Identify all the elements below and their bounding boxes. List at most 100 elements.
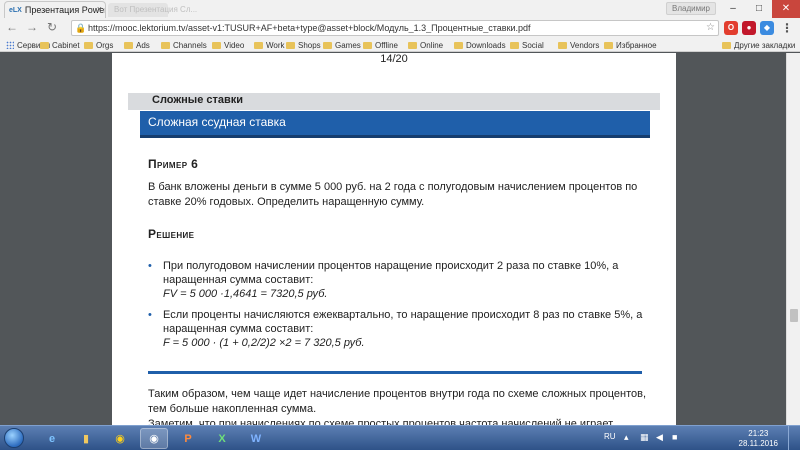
chrome-menu-icon[interactable]: ⋮ [780, 21, 794, 35]
tray-app-icon[interactable]: ■ [672, 432, 677, 442]
example-heading: Пример 6 [148, 157, 199, 171]
windows-taskbar: e ▮ ◉ ◉ P X W RU ▴ ▦ ◀ ■ 21:23 28.11.201… [0, 425, 800, 450]
folder-icon [510, 41, 519, 49]
bookmark-label: Games [335, 40, 361, 50]
browser-tab-inactive[interactable]: Вот Презентация Сл... [108, 3, 197, 17]
extension-badge-icon[interactable]: ● [742, 21, 756, 35]
bookmark-label: Video [224, 40, 245, 50]
bookmark-label: Cabinet [52, 40, 80, 50]
opera-extension-icon[interactable]: O [724, 21, 738, 35]
bookmark-label: Channels [173, 40, 207, 50]
bookmark-label: Social [522, 40, 544, 50]
extension-blue-icon[interactable]: ◆ [760, 21, 774, 35]
bookmark-other[interactable]: Другие закладки [722, 39, 795, 51]
pdf-page: 14/20 Сложные ставки Сложная ссудная ста… [112, 53, 676, 425]
folder-icon [254, 41, 263, 49]
bullet-formula: F = 5 000 · (1 + 0,2/2)2 ×2 = 7 320,5 ру… [163, 337, 365, 349]
browser-tab-active[interactable]: eLX Презентация PowerPoi × [4, 1, 106, 18]
profile-user-button[interactable]: Владимир [665, 2, 716, 15]
volume-icon[interactable]: ◀ [656, 432, 663, 443]
bookmark-folder[interactable]: Избранное [604, 39, 657, 51]
bookmark-label: Orgs [96, 40, 114, 50]
solution-bullet: • При полугодовом начислении процентов н… [148, 259, 648, 301]
tab-title: Презентация PowerPoi [24, 5, 105, 15]
vertical-scrollbar[interactable] [786, 53, 800, 425]
media-player-icon[interactable]: ◉ [106, 428, 134, 449]
folder-icon [558, 41, 567, 49]
excel-icon[interactable]: X [208, 428, 236, 449]
apps-grid-icon [6, 41, 14, 49]
tray-expand-icon[interactable]: ▴ [624, 432, 629, 443]
clock-time: 21:23 [748, 429, 769, 438]
folder-icon [124, 41, 133, 49]
topic-title: Сложная ссудная ставка [148, 115, 286, 129]
bookmark-folder[interactable]: Offline [363, 39, 398, 51]
folder-icon [604, 41, 613, 49]
folder-icon [408, 41, 417, 49]
divider-rule [148, 371, 642, 374]
conclusion-paragraph: Таким образом, чем чаще идет начисление … [148, 388, 647, 415]
bookmark-folder[interactable]: Vendors [558, 39, 599, 51]
clock-date: 28.11.2016 [738, 439, 778, 448]
banner-underline [140, 135, 650, 138]
bookmark-label: Избранное [616, 40, 657, 50]
ie-browser-icon[interactable]: e [38, 428, 66, 449]
chrome-taskbar-icon[interactable]: ◉ [140, 428, 168, 449]
input-language[interactable]: RU [604, 432, 616, 441]
address-url[interactable]: https://mooc.lektorium.tv/asset-v1:TUSUR… [88, 23, 531, 33]
screen: eLX Презентация PowerPoi × Вот Презентац… [0, 0, 800, 450]
taskbar-clock[interactable]: 21:23 28.11.2016 [739, 429, 778, 449]
bookmark-folder[interactable]: Games [323, 39, 361, 51]
section-title: Сложные ставки [152, 94, 244, 106]
bookmark-folder[interactable]: Shops [286, 39, 321, 51]
bookmark-label: Shops [298, 40, 321, 50]
solution-bullet: • Если проценты начисляются ежеквартальн… [148, 308, 648, 350]
forward-arrow-icon[interactable]: → [25, 21, 39, 35]
bookmark-star-icon[interactable]: ☆ [706, 22, 715, 33]
folder-icon [722, 41, 731, 49]
bullet-dot-icon: • [148, 260, 152, 272]
show-desktop-button[interactable] [788, 426, 800, 450]
bullet-text: Если проценты начисляются ежеквартально,… [163, 309, 643, 335]
close-window-icon[interactable]: ✕ [772, 0, 800, 18]
folder-icon [286, 41, 295, 49]
solution-heading: Решение [148, 227, 195, 241]
powerpoint-icon[interactable]: P [174, 428, 202, 449]
topic-banner: Сложная ссудная ставка [140, 111, 650, 135]
windows-start-icon[interactable] [4, 428, 24, 448]
folder-icon [161, 41, 170, 49]
folder-icon [323, 41, 332, 49]
file-explorer-icon[interactable]: ▮ [72, 428, 100, 449]
back-arrow-icon[interactable]: ← [5, 21, 19, 35]
lektorium-favicon-icon: eLX [9, 6, 22, 14]
inactive-tab-title: Вот Презентация Сл... [114, 5, 198, 14]
reload-icon[interactable]: ↻ [45, 21, 59, 35]
conclusion-text: Таким образом, чем чаще идет начисление … [148, 387, 648, 425]
bullet-text: При полугодовом начислении процентов нар… [163, 260, 619, 286]
bookmark-label: Vendors [570, 40, 600, 50]
bookmark-folder[interactable]: Work [254, 39, 285, 51]
bookmark-folder[interactable]: Ads [124, 39, 150, 51]
task-text: В банк вложены деньги в сумме 5 000 руб.… [148, 181, 638, 208]
bookmark-folder[interactable]: Orgs [84, 39, 113, 51]
browser-toolbar: ← → ↻ 🔒 https://mooc.lektorium.tv/asset-… [0, 18, 800, 38]
browser-titlebar: eLX Презентация PowerPoi × Вот Презентац… [0, 0, 800, 18]
bookmark-folder[interactable]: Downloads [454, 39, 506, 51]
bookmark-folder[interactable]: Video [212, 39, 244, 51]
bookmark-label: Offline [375, 40, 398, 50]
secure-lock-icon: 🔒 [75, 22, 87, 33]
tab-close-icon[interactable]: × [97, 4, 102, 14]
page-counter: 14/20 [380, 53, 408, 65]
bookmark-folder[interactable]: Cabinet [40, 39, 80, 51]
minimize-window-icon[interactable]: – [720, 0, 746, 18]
bookmark-label: Online [420, 40, 444, 50]
bookmark-folder[interactable]: Social [510, 39, 544, 51]
network-icon[interactable]: ▦ [640, 432, 649, 443]
bookmark-folder[interactable]: Online [408, 39, 443, 51]
word-icon[interactable]: W [242, 428, 270, 449]
maximize-window-icon[interactable]: □ [746, 0, 772, 18]
address-bar[interactable]: 🔒 https://mooc.lektorium.tv/asset-v1:TUS… [71, 20, 719, 36]
scrollbar-thumb[interactable] [790, 309, 798, 322]
bookmark-folder[interactable]: Channels [161, 39, 207, 51]
bookmarks-bar: Сервисы Cabinet Orgs Ads Channels Video Work S… [0, 38, 800, 52]
